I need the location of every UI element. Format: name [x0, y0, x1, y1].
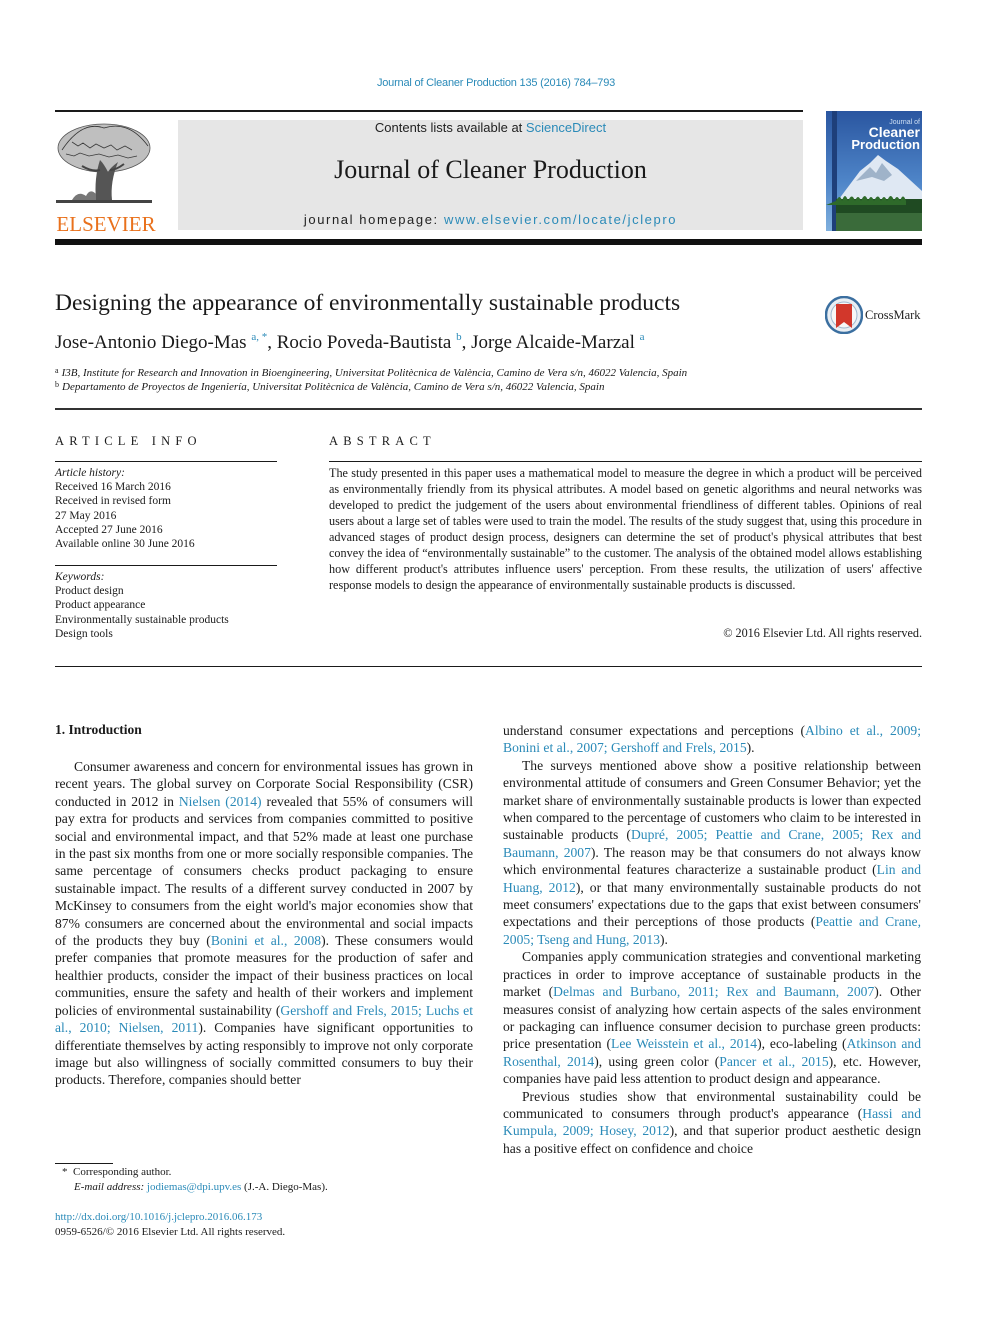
- affiliation-key: a: [55, 366, 59, 375]
- article-history: Article history: Received 16 March 2016 …: [55, 466, 195, 551]
- paragraph-text: ).: [660, 931, 668, 947]
- homepage-prefix: journal homepage:: [303, 212, 444, 227]
- contents-line: Contents lists available at ScienceDirec…: [178, 120, 803, 135]
- issn-copyright: 0959-6526/© 2016 Elsevier Ltd. All right…: [55, 1226, 286, 1238]
- keyword-item: Environmentally sustainable products: [55, 613, 229, 626]
- paragraph-text: ), eco-labeling (: [757, 1036, 847, 1052]
- author-separator: ,: [267, 332, 277, 353]
- citation-link[interactable]: Bonini et al., 2008: [211, 933, 321, 948]
- keyword-item: Product design: [55, 585, 124, 598]
- article-info-rule: [55, 461, 277, 462]
- sciencedirect-link[interactable]: ScienceDirect: [526, 120, 606, 135]
- history-item: Received 16 March 2016: [55, 481, 171, 494]
- footnote-marker: *: [62, 1166, 68, 1178]
- body-column-right: understand consumer expectations and per…: [503, 722, 921, 1157]
- affiliation-key: b: [55, 380, 59, 389]
- corresponding-label: Corresponding author.: [73, 1166, 172, 1178]
- history-item: Available online 30 June 2016: [55, 538, 195, 551]
- author-list: Jose-Antonio Diego-Mas a, *, Rocio Poved…: [55, 331, 644, 354]
- keywords-list: Keywords: Product design Product appeara…: [55, 570, 229, 641]
- section-heading-introduction: 1. Introduction: [55, 722, 142, 737]
- elsevier-wordmark: ELSEVIER: [56, 212, 156, 236]
- keywords-label: Keywords:: [55, 571, 105, 583]
- history-item: 27 May 2016: [55, 509, 117, 522]
- author-affiliation-marker[interactable]: a: [640, 331, 645, 343]
- paragraph-text: Previous studies show that environmental…: [503, 1088, 921, 1121]
- citation-link[interactable]: Delmas and Burbano, 2011; Rex and Bauman…: [553, 984, 874, 999]
- abstract-text: The study presented in this paper uses a…: [329, 466, 922, 592]
- corresponding-author-note: * Corresponding author.: [62, 1166, 171, 1178]
- keyword-item: Product appearance: [55, 599, 146, 612]
- affiliation-text: I3B, Institute for Research and Innovati…: [61, 367, 688, 379]
- author-separator: ,: [461, 332, 472, 353]
- history-item: Received in revised form: [55, 495, 171, 508]
- paragraph-text: understand consumer expectations and per…: [503, 723, 805, 738]
- email-label: E-mail address:: [74, 1181, 145, 1193]
- author-email-link[interactable]: jodiemas@dpi.upv.es: [147, 1181, 241, 1193]
- body-paragraph: Previous studies show that environmental…: [503, 1088, 921, 1158]
- journal-homepage-line: journal homepage: www.elsevier.com/locat…: [178, 212, 803, 227]
- cover-title-line3: Production: [851, 137, 920, 152]
- body-column-left: Consumer awareness and concern for envir…: [55, 758, 473, 1089]
- history-label: Article history:: [55, 467, 125, 479]
- crossmark-icon: [825, 296, 863, 334]
- paragraph-text: revealed that 55% of consumers will pay …: [55, 793, 473, 949]
- affiliation-a: a I3B, Institute for Research and Innovat…: [55, 366, 687, 379]
- paragraph-text: ).: [746, 740, 755, 756]
- crossmark-button[interactable]: CrossMark: [823, 296, 933, 336]
- crossmark-label: CrossMark: [865, 308, 921, 322]
- email-note: E-mail address: jodiemas@dpi.upv.es (J.-…: [74, 1181, 328, 1193]
- contents-prefix: Contents lists available at: [374, 120, 526, 135]
- journal-citation-link[interactable]: Journal of Cleaner Production 135 (2016)…: [0, 77, 992, 89]
- header-thick-rule: [55, 239, 922, 245]
- body-paragraph: Consumer awareness and concern for envir…: [55, 758, 473, 1089]
- affiliation-b: b Departamento de Proyectos de Ingeniería…: [55, 380, 604, 393]
- author-name[interactable]: Rocio Poveda-Bautista: [277, 332, 452, 353]
- abstract-bottom-rule: [55, 666, 922, 667]
- affiliation-rule: [55, 408, 922, 410]
- journal-cover-image[interactable]: Journal of Cleaner Production: [826, 111, 922, 231]
- header-rule: [55, 110, 803, 112]
- article-info-heading: ARTICLE INFO: [55, 434, 202, 448]
- email-owner: (J.-A. Diego-Mas).: [241, 1181, 328, 1193]
- paragraph-text: ), using green color (: [594, 1053, 720, 1069]
- doi-link[interactable]: http://dx.doi.org/10.1016/j.jclepro.2016…: [55, 1211, 262, 1223]
- keyword-item: Design tools: [55, 627, 113, 640]
- body-paragraph: Companies apply communication strategies…: [503, 948, 921, 1087]
- footnote-rule: [55, 1163, 113, 1164]
- keywords-rule: [55, 565, 277, 566]
- abstract-copyright: © 2016 Elsevier Ltd. All rights reserved…: [723, 626, 922, 640]
- body-paragraph: understand consumer expectations and per…: [503, 722, 921, 757]
- affiliation-text: Departamento de Proyectos de Ingeniería,…: [62, 381, 605, 393]
- article-title: Designing the appearance of environmenta…: [55, 290, 681, 316]
- citation-link[interactable]: Lee Weisstein et al., 2014: [611, 1036, 757, 1051]
- author-name[interactable]: Jorge Alcaide-Marzal: [471, 332, 635, 353]
- author-affiliation-marker[interactable]: a, *: [251, 331, 267, 343]
- journal-homepage-link[interactable]: www.elsevier.com/locate/jclepro: [444, 212, 677, 227]
- author-name[interactable]: Jose-Antonio Diego-Mas: [55, 332, 247, 353]
- journal-name: Journal of Cleaner Production: [334, 155, 647, 184]
- citation-link[interactable]: Nielsen (2014): [179, 794, 262, 809]
- history-item: Accepted 27 June 2016: [55, 523, 163, 536]
- body-paragraph: The surveys mentioned above show a posit…: [503, 757, 921, 948]
- abstract-heading: ABSTRACT: [329, 434, 436, 448]
- citation-link[interactable]: Pancer et al., 2015: [719, 1054, 828, 1069]
- abstract-rule: [329, 461, 922, 462]
